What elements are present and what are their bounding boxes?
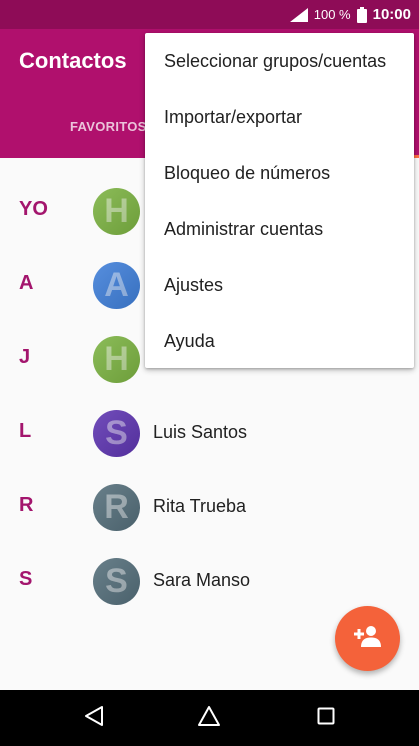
recents-icon: [317, 707, 335, 730]
back-button[interactable]: [66, 690, 122, 746]
signal-icon: [289, 7, 308, 22]
avatar-initial: R: [104, 488, 129, 526]
add-person-icon: [353, 625, 382, 652]
avatar-initial: S: [105, 414, 128, 452]
menu-item-help[interactable]: Ayuda: [145, 313, 414, 369]
menu-item-import-export[interactable]: Importar/exportar: [145, 89, 414, 145]
clock: 10:00: [372, 6, 411, 23]
contact-row[interactable]: R R Rita Trueba: [0, 480, 419, 540]
section-letter: L: [19, 420, 32, 442]
avatar-initial: H: [104, 192, 129, 230]
battery-percent: 100 %: [313, 7, 351, 22]
avatar-initial: H: [104, 340, 129, 378]
avatar: S: [93, 410, 140, 457]
section-letter: S: [19, 568, 33, 590]
contact-row[interactable]: L S Luis Santos: [0, 406, 419, 466]
home-button[interactable]: [181, 690, 237, 746]
recents-button[interactable]: [298, 690, 354, 746]
avatar: H: [93, 336, 140, 383]
avatar: S: [93, 558, 140, 605]
status-icons: 100 % 10:00: [289, 0, 411, 29]
avatar: A: [93, 262, 140, 309]
tab-favorites[interactable]: FAVORITOS: [70, 119, 147, 134]
overflow-menu: Seleccionar grupos/cuentas Importar/expo…: [145, 33, 414, 368]
menu-item-manage-accounts[interactable]: Administrar cuentas: [145, 201, 414, 257]
contact-name: Rita Trueba: [153, 496, 247, 516]
contact-name: Sara Manso: [153, 570, 251, 590]
status-bar: 100 % 10:00: [0, 0, 419, 29]
menu-item-number-blocking[interactable]: Bloqueo de números: [145, 145, 414, 201]
home-icon: [197, 705, 221, 732]
back-icon: [84, 705, 104, 732]
menu-item-settings[interactable]: Ajustes: [145, 257, 414, 313]
navigation-bar: [0, 690, 419, 746]
menu-item-select-groups[interactable]: Seleccionar grupos/cuentas: [145, 33, 414, 89]
avatar-initial: S: [105, 562, 128, 600]
avatar: H: [93, 188, 140, 235]
app-title: Contactos: [19, 48, 127, 73]
avatar-initial: A: [104, 266, 129, 304]
section-letter: A: [19, 272, 34, 294]
add-contact-button[interactable]: [335, 606, 400, 671]
section-letter: YO: [19, 198, 48, 220]
contact-row[interactable]: S S Sara Manso: [0, 554, 419, 614]
contact-name: Luis Santos: [153, 422, 248, 442]
section-letter: J: [19, 346, 31, 368]
section-letter: R: [19, 494, 34, 516]
battery-icon: [356, 6, 367, 23]
avatar: R: [93, 484, 140, 531]
